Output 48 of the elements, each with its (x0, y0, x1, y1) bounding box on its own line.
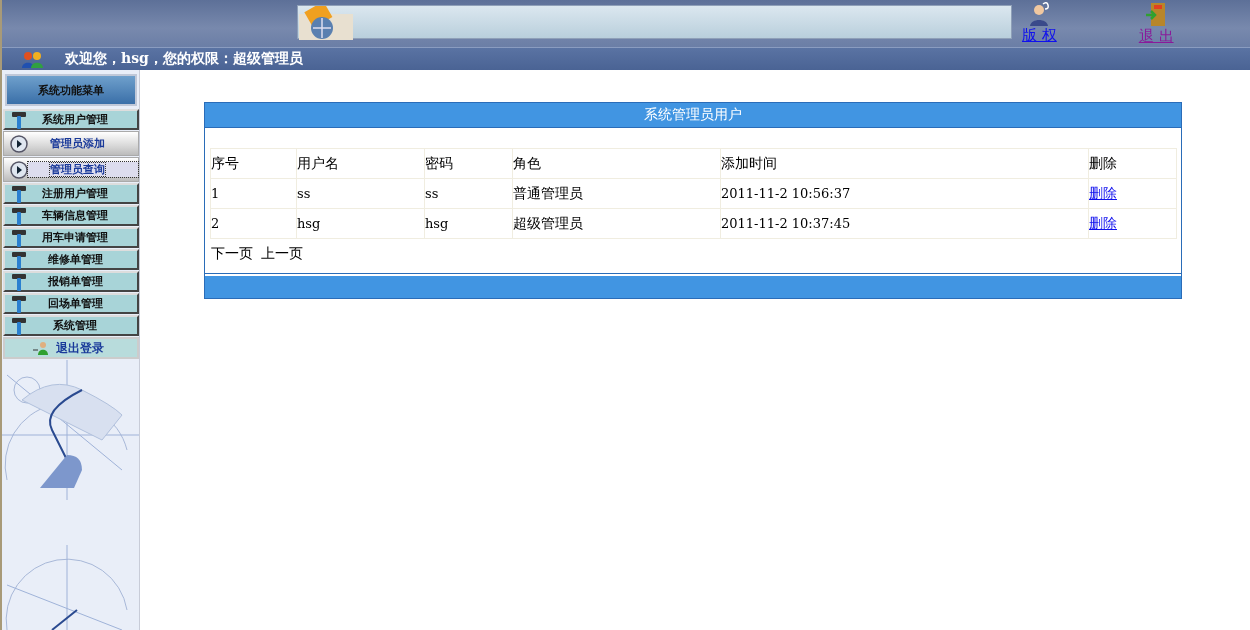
table-cell: 超级管理员 (512, 208, 721, 239)
column-header: 序号 (210, 148, 297, 179)
table-cell: ss (424, 178, 513, 209)
play-icon (10, 160, 28, 179)
table-cell: ss (296, 178, 425, 209)
menu-item[interactable]: 维修单管理 (3, 249, 139, 270)
menu-item[interactable]: 管理员添加 (3, 131, 139, 156)
menu-item[interactable]: 退出登录 (3, 337, 139, 359)
hammer-icon (11, 294, 27, 313)
menu-item[interactable]: 用车申请管理 (3, 227, 139, 248)
table-cell: hsg (296, 208, 425, 239)
hammer-icon (11, 272, 27, 291)
column-header: 删除 (1088, 148, 1177, 179)
column-header: 用户名 (296, 148, 425, 179)
column-header: 密码 (424, 148, 513, 179)
pager-link[interactable]: 上一页 (261, 244, 303, 261)
delete-link[interactable]: 删除 (1089, 184, 1117, 201)
person-icon[interactable] (1028, 2, 1051, 26)
globe-folder-icon (298, 6, 354, 40)
menu-item[interactable]: 系统用户管理 (3, 109, 139, 130)
column-header: 添加时间 (720, 148, 1089, 179)
welcome-text: 欢迎您，hsg，您的权限：超级管理员 (65, 50, 303, 68)
table-cell: 2011-11-2 10:56:37 (720, 178, 1089, 209)
menu-item[interactable]: 注册用户管理 (3, 183, 139, 204)
table-cell: hsg (424, 208, 513, 239)
column-header: 角色 (512, 148, 721, 179)
play-icon (10, 134, 28, 153)
table-cell: 1 (210, 178, 297, 209)
users-icon (22, 50, 43, 68)
hammer-icon (11, 184, 27, 203)
menu-item[interactable]: 回场单管理 (3, 293, 139, 314)
hammer-icon (11, 110, 27, 129)
menu-title: 系统功能菜单 (5, 74, 137, 106)
menu-item[interactable]: 系统管理 (3, 315, 139, 336)
table-cell: 2 (210, 208, 297, 239)
menu-item[interactable]: 车辆信息管理 (3, 205, 139, 226)
hammer-icon (11, 228, 27, 247)
menu-item[interactable]: 管理员查询 (3, 157, 139, 182)
menu-item[interactable]: 报销单管理 (3, 271, 139, 292)
hammer-icon (11, 250, 27, 269)
hammer-icon (11, 206, 27, 225)
pager-link[interactable]: 下一页 (211, 244, 253, 261)
table-cell: 普通管理员 (512, 178, 721, 209)
hammer-icon (11, 316, 27, 335)
panel-title: 系统管理员用户 (205, 103, 1181, 128)
delete-link[interactable]: 删除 (1089, 214, 1117, 231)
person-exit-icon (33, 341, 48, 355)
table-cell: 2011-11-2 10:37:45 (720, 208, 1089, 239)
